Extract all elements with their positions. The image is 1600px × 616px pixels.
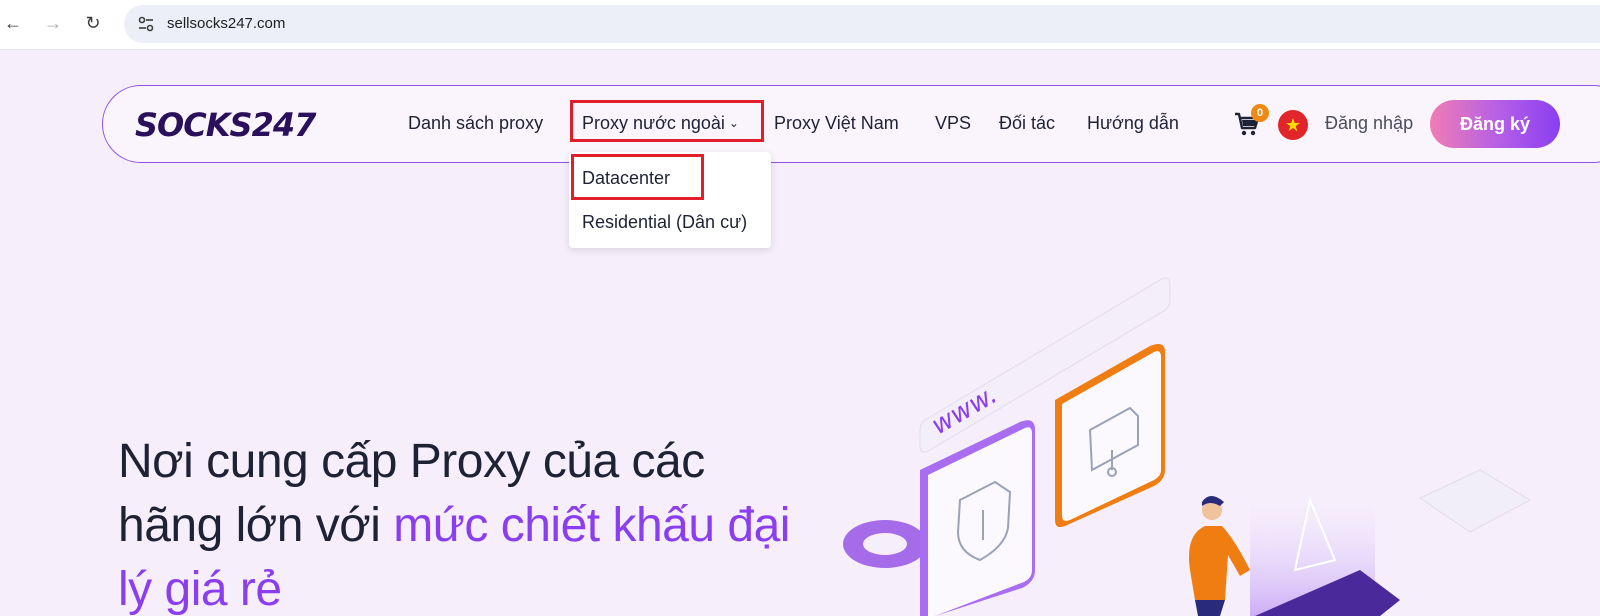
- register-button[interactable]: Đăng ký: [1430, 100, 1560, 148]
- nav-vps[interactable]: VPS: [935, 113, 971, 134]
- vietnam-flag-icon[interactable]: ★: [1278, 110, 1308, 140]
- hero-illustration: www.: [843, 277, 1532, 616]
- svg-text:www.: www.: [927, 380, 1003, 441]
- logo[interactable]: SOCKS247: [135, 108, 355, 140]
- svg-text:SOCKS247: SOCKS247: [135, 108, 317, 140]
- cart-count-badge: 0: [1251, 104, 1269, 122]
- forward-icon[interactable]: →: [40, 10, 66, 36]
- url-text: sellsocks247.com: [167, 15, 286, 32]
- site-header: SOCKS247 Danh sách proxy Proxy nước ngoà…: [102, 85, 1600, 163]
- dropdown-item-residential[interactable]: Residential (Dân cư): [582, 212, 747, 233]
- reload-icon[interactable]: ↻: [80, 10, 106, 36]
- shield-card-shape: [920, 420, 1035, 616]
- back-icon[interactable]: ←: [0, 10, 26, 36]
- person-figure-shape: [1189, 496, 1250, 616]
- folder-card-shape: [1055, 344, 1165, 528]
- address-bar[interactable]: sellsocks247.com: [124, 5, 1600, 43]
- nav-proxy-viet-nam[interactable]: Proxy Việt Nam: [774, 113, 899, 134]
- annotation-box-nav: [570, 100, 764, 142]
- login-link[interactable]: Đăng nhập: [1325, 113, 1413, 134]
- site-settings-icon[interactable]: [136, 14, 156, 34]
- nav-huong-dan[interactable]: Hướng dẫn: [1087, 113, 1179, 134]
- browser-toolbar: ← → ↻ sellsocks247.com: [0, 0, 1600, 50]
- nav-danh-sach-proxy[interactable]: Danh sách proxy: [408, 113, 543, 134]
- nav-doi-tac[interactable]: Đối tác: [999, 113, 1055, 134]
- hero-heading: Nơi cung cấp Proxy của các hãng lớn với …: [118, 430, 818, 616]
- annotation-box-datacenter: [571, 154, 704, 200]
